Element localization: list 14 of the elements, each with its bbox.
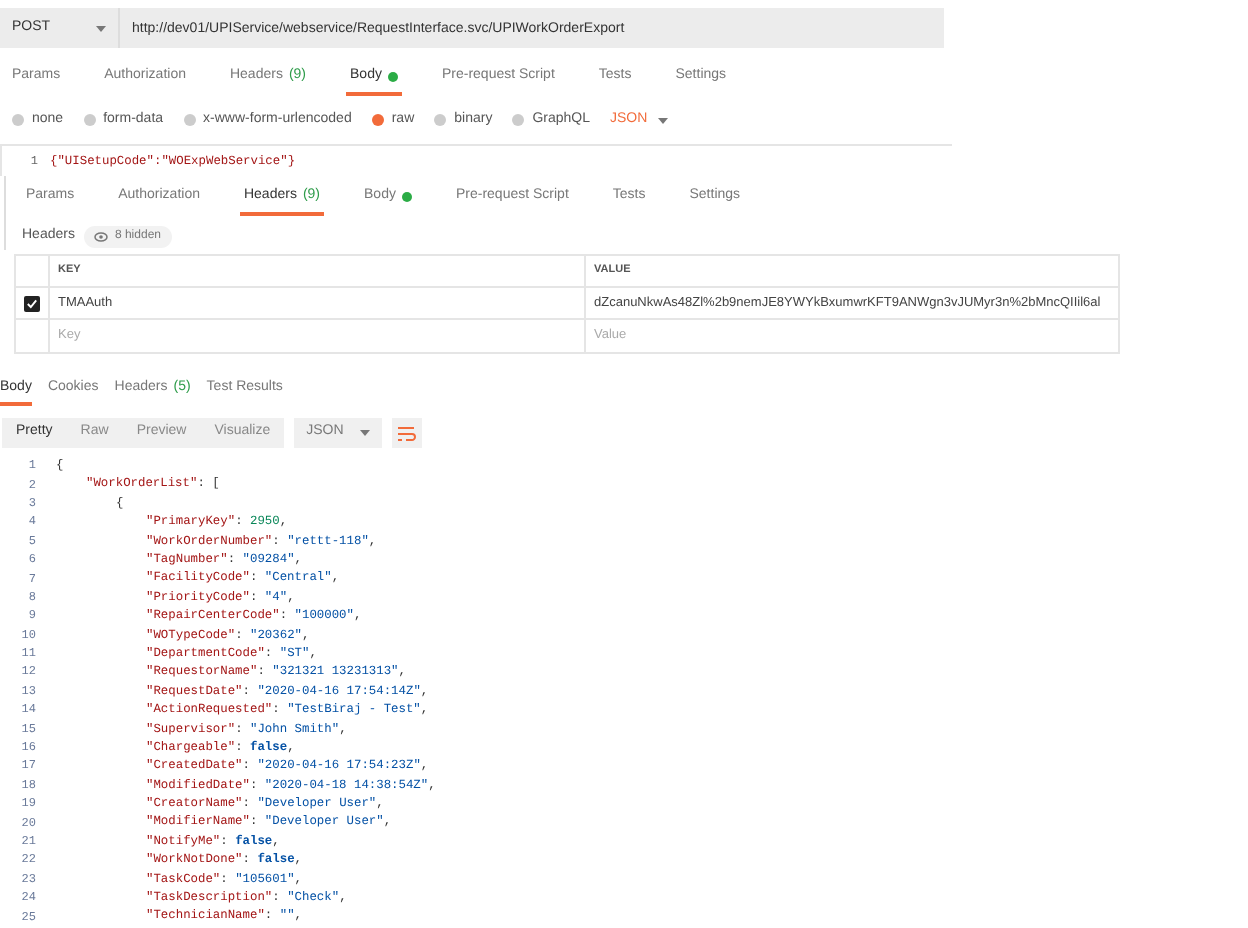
radio-button[interactable] (371, 114, 384, 126)
radio-button[interactable] (434, 114, 447, 126)
checkbox[interactable] (24, 295, 40, 311)
caret-icon (359, 430, 370, 436)
radio-button[interactable] (183, 114, 196, 126)
wrap-lines-icon (396, 425, 417, 441)
radio-button[interactable] (512, 114, 525, 126)
caret-icon (96, 25, 106, 31)
radio-button[interactable] (83, 114, 96, 126)
wrap-lines-button[interactable] (391, 418, 422, 448)
eye-icon (94, 231, 109, 241)
radio-button[interactable] (12, 114, 24, 126)
check-icon (26, 297, 38, 309)
caret-icon (657, 117, 668, 123)
